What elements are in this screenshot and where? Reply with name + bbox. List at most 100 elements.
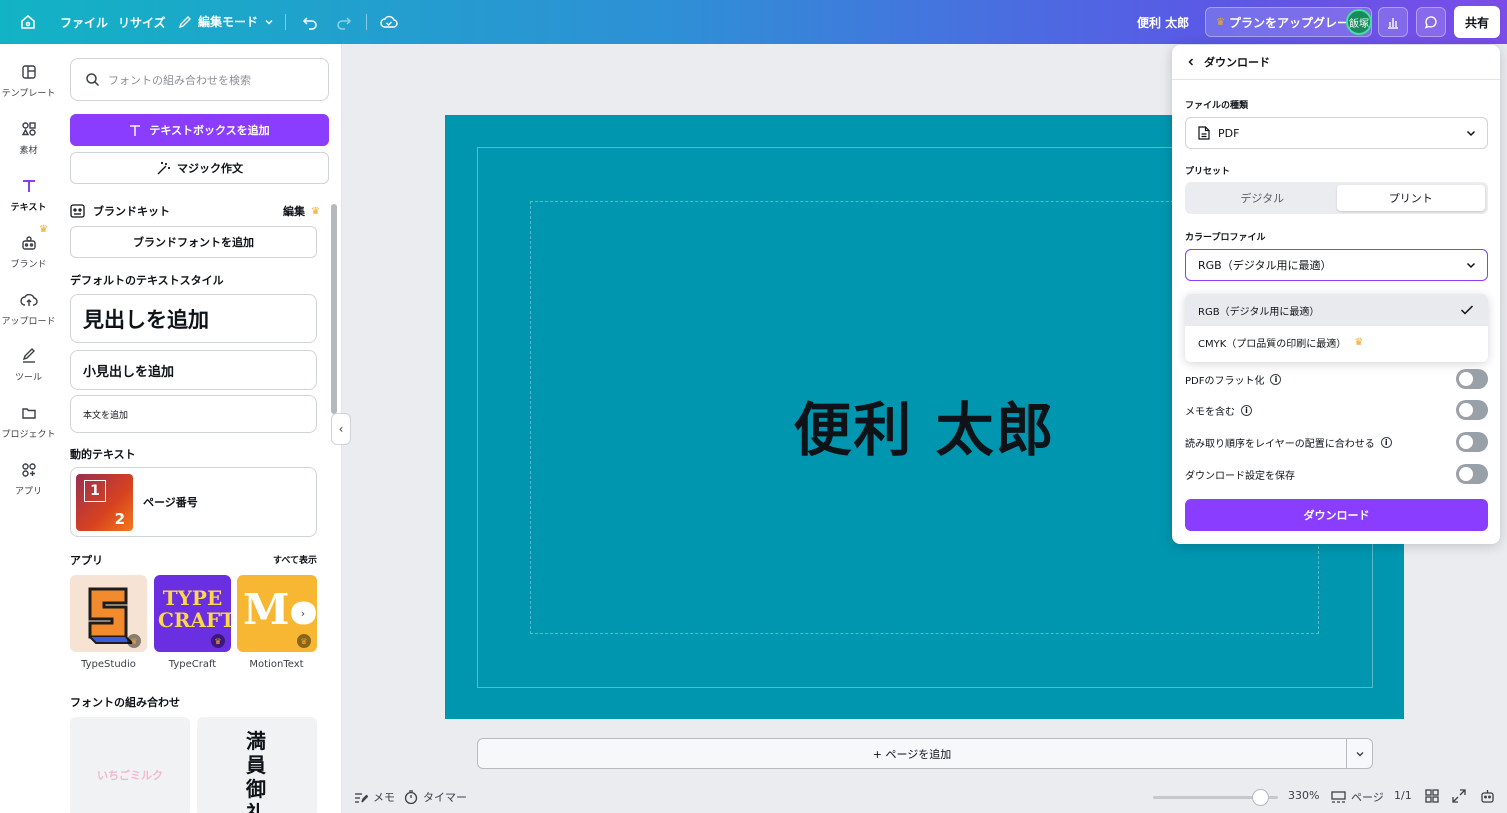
font-combo-card[interactable]: 満員御礼: [197, 717, 317, 813]
rail-item-draw[interactable]: ツール: [0, 348, 57, 383]
app-tile-motiontext[interactable]: Mo › ♛: [237, 575, 317, 652]
rail-item-templates[interactable]: テンプレート: [0, 64, 57, 99]
chevron-left-icon: [1188, 58, 1194, 66]
timer-button[interactable]: タイマー: [404, 789, 467, 805]
download-header[interactable]: ダウンロード: [1172, 45, 1500, 80]
redo-icon[interactable]: [330, 8, 358, 36]
rail-label: プロジェクト: [1, 430, 56, 440]
include-notes-toggle[interactable]: [1456, 400, 1488, 420]
left-rail: テンプレート 素材 テキスト ♛ ブランド アップロード ツール プロジェクト …: [0, 44, 57, 813]
rail-item-brand[interactable]: ♛ ブランド: [0, 224, 57, 270]
rail-label: ツール: [14, 373, 42, 383]
page-number-item[interactable]: 1 2 ページ番号: [70, 467, 317, 537]
download-button[interactable]: ダウンロード: [1185, 499, 1488, 531]
search-icon: [86, 73, 100, 87]
upgrade-label: プランをアップグレード: [1228, 15, 1361, 30]
page-count-label: 1/1: [1394, 789, 1412, 802]
rail-label: アプリ: [14, 487, 42, 497]
timer-label: タイマー: [423, 791, 467, 804]
reading-order-toggle[interactable]: [1456, 432, 1488, 452]
zoom-level[interactable]: 330%: [1288, 789, 1319, 802]
add-body-button[interactable]: 本文を追加: [70, 395, 317, 433]
preset-label: プリセット: [1185, 167, 1231, 177]
toggle-label: PDFのフラット化: [1185, 375, 1265, 387]
page-number-digit: 2: [114, 509, 125, 528]
brand-edit-link[interactable]: 編集 ♛: [283, 203, 320, 219]
preset-digital-option[interactable]: デジタル: [1188, 185, 1337, 211]
fullscreen-button[interactable]: [1452, 789, 1466, 803]
collapse-panel-button[interactable]: ‹: [331, 413, 351, 445]
crown-icon: ♛: [1216, 16, 1225, 28]
notes-label: メモ: [373, 791, 395, 804]
bar-chart-icon: [1388, 18, 1398, 29]
dynamic-text-title: 動的テキスト: [70, 448, 136, 461]
top-bar: ファイル リサイズ 編集モード 便利 太郎 ♛ プランをアップグレード 飯塚 共…: [0, 0, 1507, 44]
subheading-label: 小見出しを追加: [83, 364, 175, 380]
resize-menu[interactable]: リサイズ: [118, 14, 166, 31]
search-placeholder: フォントの組み合わせを検索: [108, 73, 251, 87]
cloud-saved-icon[interactable]: [375, 8, 403, 36]
app-tile-typecraft[interactable]: TYPE CRAFT ♛: [154, 575, 231, 652]
avatar-initials: 飯塚: [1349, 18, 1369, 30]
home-icon[interactable]: [14, 8, 42, 36]
font-combo-card[interactable]: いちごミルク: [70, 717, 190, 813]
info-icon[interactable]: i: [1380, 436, 1392, 448]
info-icon[interactable]: i: [1241, 404, 1252, 416]
rail-item-projects[interactable]: プロジェクト: [0, 405, 57, 440]
panel-scrollbar[interactable]: [331, 194, 337, 809]
comment-icon: [1424, 16, 1437, 29]
pencil-icon: [178, 15, 191, 28]
color-profile-option-cmyk[interactable]: CMYK（プロ品質の印刷に最適） ♛: [1185, 326, 1488, 358]
toggle-label: ダウンロード設定を保存: [1185, 470, 1295, 482]
resize-menu-label: リサイズ: [118, 16, 166, 30]
file-type-value: PDF: [1218, 126, 1240, 140]
rail-item-text[interactable]: テキスト: [0, 178, 57, 213]
flatten-pdf-toggle[interactable]: [1456, 369, 1488, 389]
scrollbar-thumb[interactable]: [331, 204, 337, 414]
grid-view-button[interactable]: [1425, 789, 1439, 803]
app-tile-typestudio[interactable]: ♛: [70, 575, 147, 652]
next-apps-button[interactable]: ›: [293, 603, 313, 623]
edit-mode-menu[interactable]: 編集モード: [178, 13, 274, 30]
add-page-button[interactable]: + ページを追加: [478, 739, 1346, 768]
file-type-select[interactable]: PDF: [1185, 117, 1488, 149]
rail-label: 素材: [19, 146, 38, 156]
flatten-pdf-row: PDFのフラット化 i: [1185, 369, 1488, 389]
add-textbox-button[interactable]: テキストボックスを追加: [70, 114, 329, 146]
insights-button[interactable]: [1378, 7, 1408, 37]
add-page-dropdown[interactable]: [1346, 739, 1372, 768]
color-profile-option-rgb[interactable]: RGB（デジタル用に最適）: [1185, 294, 1488, 326]
rail-item-apps[interactable]: アプリ: [0, 462, 57, 497]
font-combo-text: いちごミルク: [97, 769, 163, 782]
add-subheading-button[interactable]: 小見出しを追加: [70, 350, 317, 390]
see-all-link[interactable]: すべて表示: [273, 553, 317, 566]
info-icon[interactable]: i: [1270, 373, 1282, 385]
rail-item-elements[interactable]: 素材: [0, 121, 57, 156]
avatar[interactable]: 飯塚: [1346, 9, 1372, 35]
pages-button[interactable]: ページ: [1331, 789, 1384, 805]
body-label: 本文を追加: [83, 410, 129, 421]
comments-button[interactable]: [1416, 7, 1446, 37]
assistant-button[interactable]: [1480, 789, 1495, 804]
notes-button[interactable]: メモ: [354, 789, 395, 805]
text-icon: [130, 124, 141, 136]
add-heading-button[interactable]: 見出しを追加: [70, 294, 317, 343]
share-button[interactable]: 共有: [1454, 6, 1500, 38]
color-profile-select[interactable]: RGB（デジタル用に最適）: [1185, 249, 1488, 281]
add-brand-font-button[interactable]: ブランドフォントを追加: [70, 226, 317, 258]
undo-icon[interactable]: [296, 8, 324, 36]
magic-write-button[interactable]: マジック作文: [70, 152, 329, 184]
add-brand-font-label: ブランドフォントを追加: [133, 236, 254, 249]
font-search-input[interactable]: フォントの組み合わせを検索: [70, 58, 329, 101]
default-styles-title: デフォルトのテキストスタイル: [70, 274, 224, 287]
brand-icon: [21, 236, 36, 250]
rail-item-uploads[interactable]: アップロード: [0, 292, 57, 327]
preset-print-option[interactable]: プリント: [1336, 185, 1485, 211]
app-label: TypeStudio: [81, 659, 136, 670]
chevron-down-icon: [1356, 751, 1363, 756]
file-menu[interactable]: ファイル: [60, 14, 108, 31]
timer-icon: [404, 790, 418, 804]
zoom-slider-thumb[interactable]: [1252, 789, 1269, 806]
document-icon: [1198, 126, 1210, 140]
save-settings-toggle[interactable]: [1456, 464, 1488, 484]
